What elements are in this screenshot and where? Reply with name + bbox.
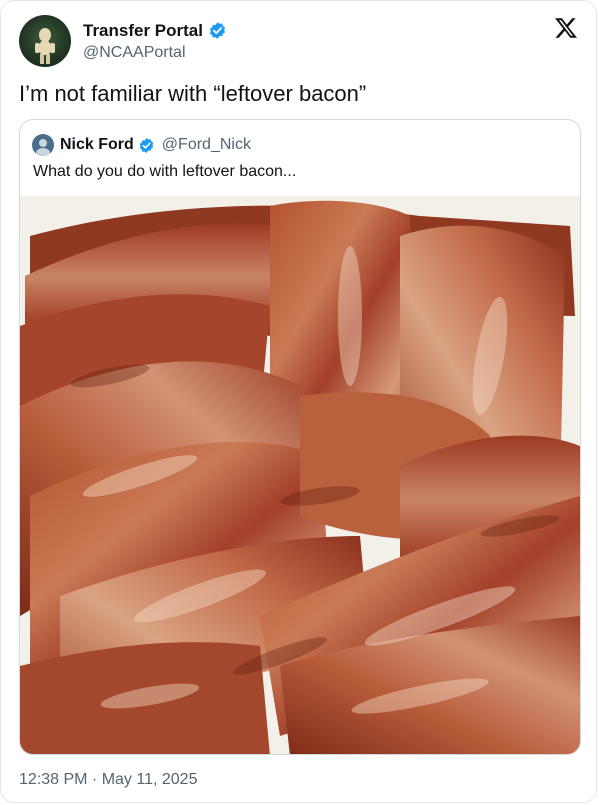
quoted-tweet-text: What do you do with leftover bacon... <box>33 163 297 180</box>
author-display-name[interactable]: Transfer Portal <box>83 21 203 41</box>
quoted-display-name[interactable]: Nick Ford <box>60 136 134 154</box>
tweet-timestamp[interactable]: 12:38 PM · May 11, 2025 <box>19 771 197 789</box>
tweet-card: Transfer Portal @NCAAPortal I’m not fami… <box>0 0 597 803</box>
quoted-avatar[interactable] <box>32 134 54 156</box>
quoted-tweet-header: Nick Ford @Ford_Nick <box>32 134 251 156</box>
x-logo-icon[interactable] <box>554 16 578 40</box>
quoted-tweet[interactable]: Nick Ford @Ford_Nick What do you do with… <box>19 119 581 755</box>
quoted-handle[interactable]: @Ford_Nick <box>162 136 251 154</box>
verified-badge-icon <box>209 22 226 39</box>
avatar[interactable] <box>19 15 71 67</box>
tweet-header: Transfer Portal @NCAAPortal <box>19 15 227 67</box>
bacon-photo[interactable] <box>20 196 580 754</box>
tweet-text: I’m not familiar with “leftover bacon” <box>19 81 367 106</box>
author-handle[interactable]: @NCAAPortal <box>83 44 227 62</box>
verified-badge-icon <box>139 137 154 153</box>
